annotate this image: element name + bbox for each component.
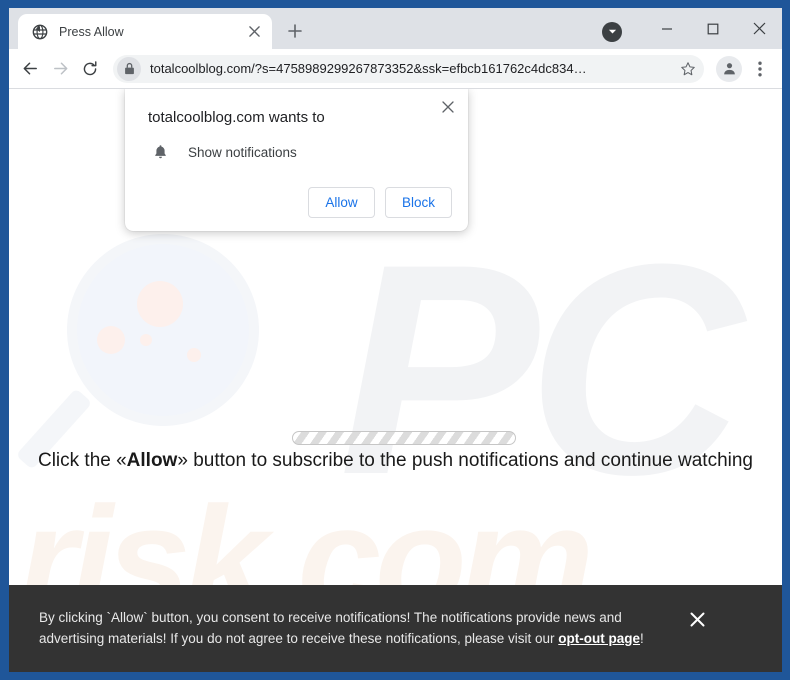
notification-permission-dialog: totalcoolblog.com wants to Show notifica… [125,89,468,231]
consent-text-after-link: ! [640,630,644,646]
browser-tab-press-allow[interactable]: Press Allow [18,14,272,49]
address-bar[interactable]: totalcoolblog.com/?s=4758989299267873352… [113,54,704,83]
close-icon[interactable] [245,23,263,41]
new-tab-button[interactable] [281,17,309,45]
address-bar-url[interactable]: totalcoolblog.com/?s=4758989299267873352… [150,61,675,76]
browser-window: Press Allow totalcoolblog.com/?s=4758989… [9,8,782,672]
permission-option-row: Show notifications [150,142,452,162]
page-instruction-after: » button to subscribe to the push notifi… [177,450,754,471]
reload-button[interactable] [75,54,105,84]
permission-option-label: Show notifications [188,144,297,160]
watermark-dot [97,326,125,354]
consent-text-before-link: By clicking `Allow` button, you consent … [39,609,622,646]
block-button[interactable]: Block [385,187,452,218]
permission-dialog-title: totalcoolblog.com wants to [148,109,325,126]
page-instruction-allow-word: Allow [126,450,178,471]
opt-out-page-link[interactable]: opt-out page [558,631,640,646]
globe-icon [31,23,48,40]
page-instruction-text: Click the «Allow» button to subscribe to… [9,450,782,472]
star-icon[interactable] [675,56,701,82]
watermark-dot [140,334,152,346]
profile-avatar[interactable] [716,55,742,82]
striped-progress-bar [292,431,516,445]
minimize-button[interactable] [644,8,690,49]
browser-window-frame: Press Allow totalcoolblog.com/?s=4758989… [0,0,790,680]
three-dot-menu-icon[interactable] [746,55,774,83]
forward-button[interactable] [45,54,75,84]
consent-banner-text: By clicking `Allow` button, you consent … [39,608,684,650]
close-icon[interactable] [437,96,459,118]
close-window-button[interactable] [736,8,782,49]
close-icon[interactable] [684,607,710,633]
browser-toolbar: totalcoolblog.com/?s=4758989299267873352… [9,49,782,89]
permission-dialog-actions: Allow Block [141,187,452,218]
maximize-button[interactable] [690,8,736,49]
bell-icon [150,142,170,162]
lock-icon[interactable] [117,56,141,81]
page-instruction-before: Click the « [37,450,127,471]
watermark-dot [137,281,183,327]
allow-button[interactable]: Allow [308,187,375,218]
tab-strip: Press Allow [9,8,782,49]
watermark-dot [187,348,201,362]
window-controls [602,8,782,49]
tab-title: Press Allow [59,24,124,39]
watermark-pc-text: PC [339,201,744,537]
back-button[interactable] [15,54,45,84]
tab-search-chevron-down-icon[interactable] [602,21,622,42]
page-viewport: PC risk.com Click the «Allow» button to … [9,89,782,672]
consent-banner: By clicking `Allow` button, you consent … [9,585,782,672]
